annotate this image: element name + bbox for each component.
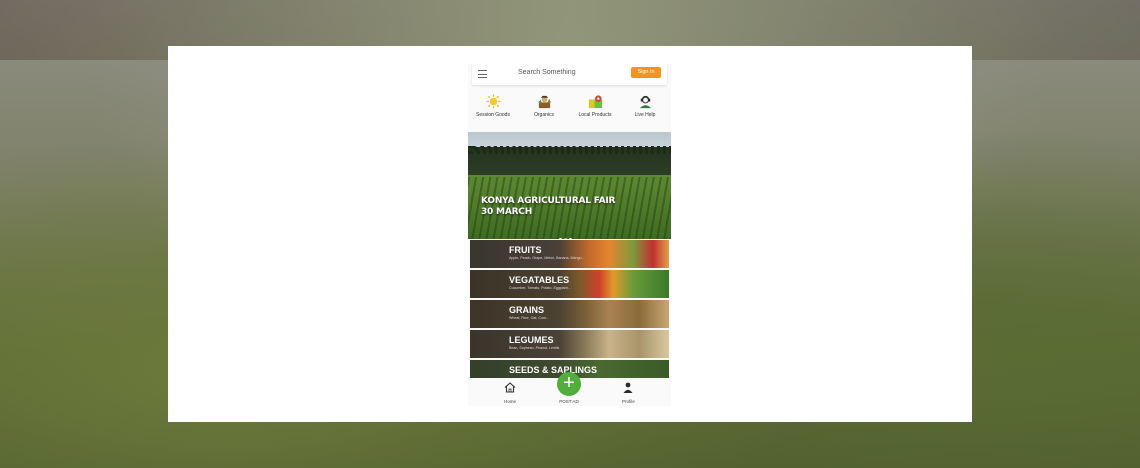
support-agent-icon [639, 95, 651, 109]
screenshot-card: Search Something Sign In Session Goods O… [168, 46, 972, 422]
search-input[interactable]: Search Something [518, 69, 576, 76]
category-label: Organics [533, 112, 554, 118]
sun-icon [485, 94, 501, 109]
post-ad-button[interactable]: + [557, 372, 581, 396]
menu-icon[interactable] [478, 70, 487, 78]
category-row-legumes[interactable]: LEGUMES Bean, Soybean, Peanut, Lentils [470, 330, 669, 358]
category-organics[interactable]: Organics [519, 94, 569, 118]
category-label: Live Help [634, 112, 656, 118]
home-icon [504, 382, 516, 393]
profile-icon [623, 382, 633, 393]
category-row-title: VEGATABLES [509, 275, 570, 285]
phone-screen: Search Something Sign In Session Goods O… [468, 64, 671, 406]
category-row-title: FRUITS [509, 245, 542, 255]
quick-categories: Session Goods Organics Local Products Li… [468, 94, 671, 126]
category-label: Session Goods [476, 112, 510, 118]
category-row-subtitle: Bean, Soybean, Peanut, Lentils [509, 346, 560, 350]
category-row-fruits[interactable]: FRUITS Apple, Peach, Grape, Melon, Banan… [470, 240, 669, 268]
nav-home-label: Home [504, 399, 517, 404]
local-products-icon [588, 95, 602, 109]
category-row-title: LEGUMES [509, 335, 554, 345]
category-row-subtitle: Wheat, Rice, Oat, Corn... [509, 316, 550, 320]
nav-post-ad-label: POST AD [559, 399, 579, 404]
category-row-title: GRAINS [509, 305, 545, 315]
nav-post-ad[interactable]: POST AD [557, 398, 581, 404]
search-bar[interactable]: Search Something Sign In [472, 64, 667, 85]
category-label: Local Products [578, 112, 612, 118]
nav-profile-label: Profile [622, 399, 635, 404]
banner-title-line1: KONYA AGRICULTURAL FAIR [481, 196, 616, 206]
category-row-subtitle: Apple, Peach, Grape, Melon, Banana, Mang… [509, 256, 585, 260]
sign-in-button[interactable]: Sign In [631, 67, 661, 78]
banner-treeline [468, 146, 671, 154]
category-row-title: SEEDS & SAPLINGS [509, 365, 598, 375]
plus-icon: + [563, 372, 575, 394]
category-row-subtitle: Cucumber, Tomato, Potato, Eggplant... [509, 286, 571, 290]
farmer-icon [537, 95, 551, 109]
banner-title: KONYA AGRICULTURAL FAIR 30 MARCH [481, 196, 615, 218]
nav-home[interactable]: Home [504, 380, 516, 404]
category-local-products[interactable]: Local Products [570, 94, 620, 118]
category-live-help[interactable]: Live Help [620, 94, 670, 118]
promo-banner[interactable]: KONYA AGRICULTURAL FAIR 30 MARCH [468, 132, 671, 241]
bottom-nav: Home + POST AD Profile [468, 372, 671, 406]
nav-profile[interactable]: Profile [622, 380, 635, 404]
category-row-vegetables[interactable]: VEGATABLES Cucumber, Tomato, Potato, Egg… [470, 270, 669, 298]
category-session-goods[interactable]: Session Goods [468, 94, 518, 118]
banner-title-line2: 30 MARCH [481, 207, 533, 217]
category-row-grains[interactable]: GRAINS Wheat, Rice, Oat, Corn... [470, 300, 669, 328]
